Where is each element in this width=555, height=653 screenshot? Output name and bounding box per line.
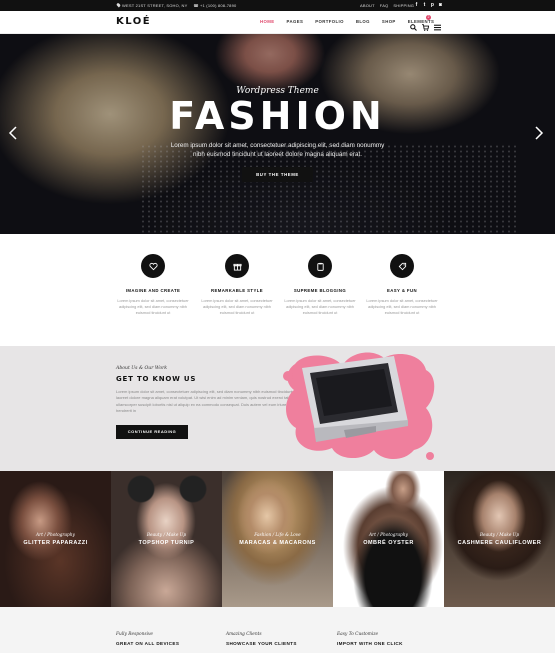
- feature-item: EASY & FUN Lorem ipsum dolor sit amet, c…: [362, 254, 442, 316]
- main-menu: HOME PAGES PORTFOLIO BLOG SHOP ELEMENTS: [260, 19, 434, 24]
- about-text: Lorem ipsum dolor sit amet, consectetuer…: [116, 389, 301, 413]
- tile-title: GLITTER PAPARAZZI: [23, 540, 88, 546]
- features-section: IMAGINE AND CREATE Lorem ipsum dolor sit…: [0, 234, 555, 346]
- feature-title: IMAGINE AND CREATE: [125, 288, 181, 293]
- tag-icon: [390, 254, 414, 278]
- menu-item-home[interactable]: HOME: [260, 19, 275, 24]
- highlight-title: GREAT ON ALL DEVICES: [116, 641, 180, 646]
- portfolio-tile[interactable]: Art / Photography GLITTER PAPARAZZI: [0, 471, 111, 607]
- buy-theme-button[interactable]: BUY THE THEME: [242, 167, 313, 182]
- highlight-kicker: Amazing Clients: [226, 632, 262, 637]
- about-kicker: About Us & Our Work: [116, 366, 168, 371]
- about-section: About Us & Our Work GET TO KNOW US Lorem…: [0, 346, 555, 471]
- pinterest-icon[interactable]: p: [430, 2, 435, 8]
- location-pin-icon: [116, 2, 121, 8]
- laptop-paint-illustration: [283, 352, 435, 460]
- tile-title: TOPSHOP TURNIP: [138, 540, 195, 546]
- cart-count-badge: 2: [426, 15, 431, 20]
- menu-item-pages[interactable]: PAGES: [287, 19, 304, 24]
- top-bar: WEST 21ST STREET, SOHO, NY ☎ +1 (100) 80…: [0, 0, 555, 11]
- tile-category: Beauty / Make Up: [479, 533, 520, 538]
- tile-title: MARACAS & MACARONS: [239, 540, 316, 546]
- chevron-left-icon[interactable]: [8, 126, 18, 140]
- highlight-item: Fully Responsive GREAT ON ALL DEVICES: [116, 632, 179, 646]
- highlight-title: SHOWCASE YOUR CLIENTS: [226, 641, 297, 646]
- search-icon[interactable]: [410, 18, 417, 31]
- feature-title: EASY & FUN: [387, 288, 417, 293]
- portfolio-tile[interactable]: Art / Photography OMBRÉ OYSTER: [333, 471, 444, 607]
- portfolio-tile[interactable]: Beauty / Make Up CASHMERE CAULIFLOWER: [444, 471, 555, 607]
- gift-icon: [225, 254, 249, 278]
- feature-item: SUPREME BLOGGING Lorem ipsum dolor sit a…: [280, 254, 360, 316]
- tile-title: OMBRÉ OYSTER: [363, 540, 414, 546]
- portfolio-tile[interactable]: Beauty / Make Up TOPSHOP TURNIP: [111, 471, 222, 607]
- top-link-about[interactable]: ABOUT: [360, 3, 375, 8]
- menu-item-portfolio[interactable]: PORTFOLIO: [315, 19, 344, 24]
- highlight-item: Amazing Clients SHOWCASE YOUR CLIENTS: [226, 632, 297, 646]
- tile-category: Fashion / Life & Love: [254, 533, 301, 538]
- feature-text: Lorem ipsum dolor sit amet, consectetuer…: [284, 298, 356, 315]
- nav-icons: 2: [410, 15, 441, 31]
- top-link-shipping[interactable]: SHIPPING: [393, 3, 414, 8]
- tile-category: Beauty / Make Up: [146, 533, 187, 538]
- phone[interactable]: ☎ +1 (100) 808-7890: [194, 3, 237, 8]
- twitter-icon[interactable]: t: [422, 2, 427, 8]
- hero-title: FASHION: [169, 94, 386, 138]
- cart-icon[interactable]: 2: [422, 15, 431, 31]
- address: WEST 21ST STREET, SOHO, NY: [116, 2, 188, 8]
- clipboard-icon: [308, 254, 332, 278]
- chevron-right-icon[interactable]: [534, 126, 544, 140]
- hero-slider: Wordpress Theme FASHION Lorem ipsum dolo…: [0, 34, 555, 234]
- tile-title: CASHMERE CAULIFLOWER: [457, 540, 542, 546]
- hero-text: Lorem ipsum dolor sit amet, consectetuer…: [170, 142, 385, 158]
- about-title: GET TO KNOW US: [116, 375, 197, 383]
- feature-item: REMARKABLE STYLE Lorem ipsum dolor sit a…: [197, 254, 277, 316]
- highlight-title: IMPORT WITH ONE CLICK: [337, 641, 403, 646]
- feature-text: Lorem ipsum dolor sit amet, consectetuer…: [117, 298, 189, 315]
- social-links: f t p ◙: [414, 2, 443, 8]
- highlight-kicker: Easy To Customize: [337, 632, 379, 637]
- contact-info: WEST 21ST STREET, SOHO, NY ☎ +1 (100) 80…: [116, 2, 237, 8]
- hamburger-menu-icon[interactable]: [434, 18, 441, 31]
- instagram-icon[interactable]: ◙: [438, 2, 443, 8]
- continue-reading-button[interactable]: CONTINUE READING: [116, 425, 188, 439]
- highlights-strip: Fully Responsive GREAT ON ALL DEVICES Am…: [0, 607, 555, 653]
- menu-item-blog[interactable]: BLOG: [356, 19, 370, 24]
- top-link-faq[interactable]: FAQ: [380, 3, 389, 8]
- feature-text: Lorem ipsum dolor sit amet, consectetuer…: [366, 298, 438, 315]
- tile-category: Art / Photography: [36, 533, 75, 538]
- feature-title: SUPREME BLOGGING: [293, 288, 347, 293]
- highlight-item: Easy To Customize IMPORT WITH ONE CLICK: [337, 632, 403, 646]
- highlight-kicker: Fully Responsive: [116, 632, 153, 637]
- feature-title: REMARKABLE STYLE: [211, 288, 263, 293]
- facebook-icon[interactable]: f: [414, 2, 419, 8]
- menu-item-shop[interactable]: SHOP: [382, 19, 396, 24]
- main-nav: KLOÉ HOME PAGES PORTFOLIO BLOG SHOP ELEM…: [0, 11, 555, 34]
- top-links: ABOUT FAQ SHIPPING: [360, 3, 414, 8]
- heart-icon: [141, 254, 165, 278]
- portfolio-tile[interactable]: Fashion / Life & Love MARACAS & MACARONS: [222, 471, 333, 607]
- feature-text: Lorem ipsum dolor sit amet, consectetuer…: [201, 298, 273, 315]
- logo[interactable]: KLOÉ: [116, 16, 151, 27]
- feature-item: IMAGINE AND CREATE Lorem ipsum dolor sit…: [113, 254, 193, 316]
- portfolio-gallery: Art / Photography GLITTER PAPARAZZI Beau…: [0, 471, 555, 607]
- tile-category: Art / Photography: [369, 533, 408, 538]
